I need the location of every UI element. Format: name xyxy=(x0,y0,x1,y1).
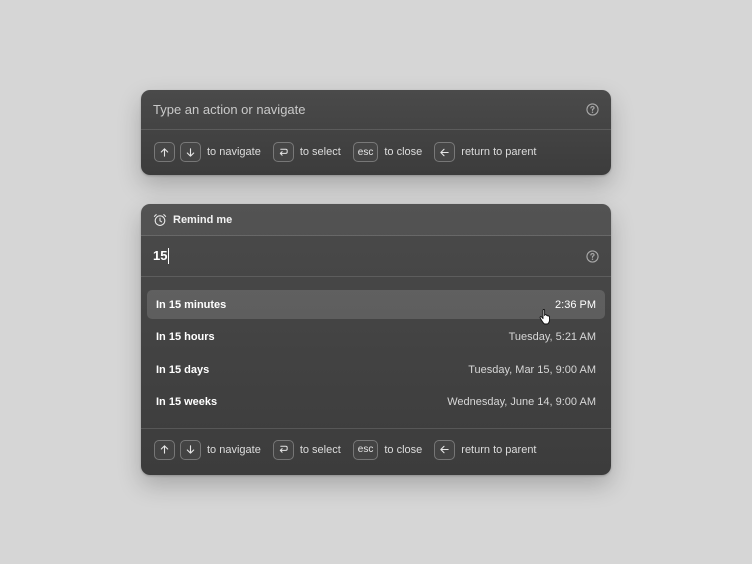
reminder-input-value: 15 xyxy=(153,247,168,263)
navigate-hint: to navigate xyxy=(207,443,261,456)
text-caret xyxy=(168,248,170,265)
result-item[interactable]: In 15 minutes 2:36 PM xyxy=(147,290,605,325)
return-hint: return to parent xyxy=(461,146,537,158)
keyboard-hints: to navigate to select esc to close retur… xyxy=(141,130,611,174)
arrow-up-icon xyxy=(160,445,169,454)
back-key xyxy=(434,142,456,162)
result-time: Tuesday, 5:21 AM xyxy=(508,331,596,343)
result-label: In 15 minutes xyxy=(156,298,227,311)
reminder-input[interactable]: 15 xyxy=(153,247,170,265)
esc-key: esc xyxy=(352,439,379,460)
palette-title: Remind me xyxy=(173,213,233,226)
result-label: In 15 hours xyxy=(156,331,215,343)
result-time: 2:36 PM xyxy=(555,298,596,311)
navigate-hint: to navigate xyxy=(207,146,261,158)
result-label: In 15 weeks xyxy=(156,396,218,408)
result-item[interactable]: In 15 hours Tuesday, 5:21 AM xyxy=(147,323,605,352)
arrow-up-key xyxy=(154,142,175,162)
close-hint: to close xyxy=(384,443,423,456)
help-circle-icon[interactable] xyxy=(586,249,599,263)
result-label: In 15 days xyxy=(156,363,210,376)
select-hint: to select xyxy=(299,443,341,456)
enter-key xyxy=(272,142,294,162)
result-item[interactable]: In 15 weeks Wednesday, June 14, 9:00 AM xyxy=(147,388,605,417)
return-icon xyxy=(279,445,288,453)
arrow-down-key xyxy=(180,439,201,460)
results-list: In 15 minutes 2:36 PM In 15 hours Tuesda… xyxy=(141,277,611,429)
arrow-left-icon xyxy=(440,148,449,156)
arrow-down-key xyxy=(180,142,201,162)
alarm-clock-icon xyxy=(153,213,167,226)
remind-me-palette: Remind me 15 In 15 minutes 2:36 PM In 15… xyxy=(141,204,611,475)
search-input[interactable]: Type an action or navigate xyxy=(153,102,586,117)
arrow-left-icon xyxy=(440,445,449,454)
arrow-down-icon xyxy=(186,147,195,157)
return-icon xyxy=(279,148,288,156)
back-key xyxy=(434,439,456,460)
return-hint: return to parent xyxy=(461,443,537,456)
result-item[interactable]: In 15 days Tuesday, Mar 15, 9:00 AM xyxy=(147,355,605,384)
close-hint: to close xyxy=(384,146,423,158)
palette-header: Remind me xyxy=(141,204,611,236)
select-hint: to select xyxy=(299,146,341,158)
esc-key: esc xyxy=(352,142,379,162)
search-row: Type an action or navigate xyxy=(141,90,611,130)
arrow-up-icon xyxy=(160,147,169,157)
arrow-down-icon xyxy=(186,445,195,454)
help-circle-icon[interactable] xyxy=(586,103,599,116)
enter-key xyxy=(272,439,294,460)
command-palette: Type an action or navigate to navigate t… xyxy=(141,90,611,175)
result-time: Tuesday, Mar 15, 9:00 AM xyxy=(468,363,596,376)
keyboard-hints: to navigate to select esc to close retur… xyxy=(141,429,611,471)
reminder-input-row[interactable]: 15 xyxy=(141,236,611,277)
result-time: Wednesday, June 14, 9:00 AM xyxy=(447,396,596,408)
arrow-up-key xyxy=(154,439,175,460)
